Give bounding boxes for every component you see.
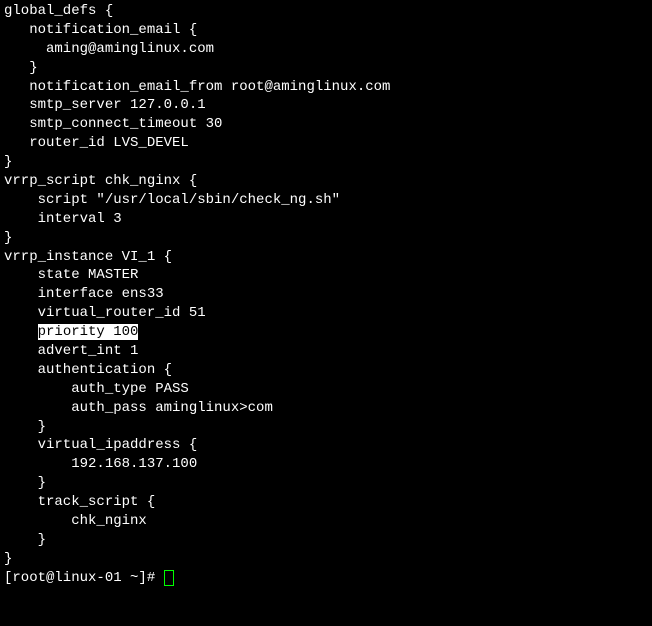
config-line: auth_pass aminglinux>com bbox=[4, 400, 273, 416]
config-line: authentication { bbox=[4, 362, 172, 378]
config-line: script "/usr/local/sbin/check_ng.sh" bbox=[4, 192, 340, 208]
config-line: } bbox=[4, 419, 46, 435]
config-line: notification_email_from root@aminglinux.… bbox=[4, 79, 390, 95]
config-line: } bbox=[4, 154, 12, 170]
config-line: } bbox=[4, 551, 12, 567]
shell-prompt: [root@linux-01 ~]# bbox=[4, 570, 164, 586]
config-line: 192.168.137.100 bbox=[4, 456, 197, 472]
config-line: advert_int 1 bbox=[4, 343, 138, 359]
config-line: chk_nginx bbox=[4, 513, 147, 529]
terminal-output: global_defs { notification_email { aming… bbox=[4, 2, 648, 588]
config-line: smtp_server 127.0.0.1 bbox=[4, 97, 206, 113]
config-line: smtp_connect_timeout 30 bbox=[4, 116, 222, 132]
config-line: vrrp_instance VI_1 { bbox=[4, 249, 172, 265]
config-line: track_script { bbox=[4, 494, 155, 510]
config-line: aming@aminglinux.com bbox=[4, 41, 214, 57]
config-line: } bbox=[4, 475, 46, 491]
config-line: interface ens33 bbox=[4, 286, 164, 302]
config-line: router_id LVS_DEVEL bbox=[4, 135, 189, 151]
config-line: notification_email { bbox=[4, 22, 197, 38]
config-line: auth_type PASS bbox=[4, 381, 189, 397]
config-line: vrrp_script chk_nginx { bbox=[4, 173, 197, 189]
config-line: virtual_router_id 51 bbox=[4, 305, 206, 321]
config-line: interval 3 bbox=[4, 211, 122, 227]
cursor-icon[interactable] bbox=[164, 570, 174, 586]
highlighted-text: priority 100 bbox=[38, 324, 139, 340]
config-line: } bbox=[4, 230, 12, 246]
config-line: } bbox=[4, 532, 46, 548]
config-line: } bbox=[4, 60, 38, 76]
config-line: global_defs { bbox=[4, 3, 113, 19]
config-line: virtual_ipaddress { bbox=[4, 437, 197, 453]
config-line-prefix bbox=[4, 324, 38, 340]
config-line: state MASTER bbox=[4, 267, 138, 283]
